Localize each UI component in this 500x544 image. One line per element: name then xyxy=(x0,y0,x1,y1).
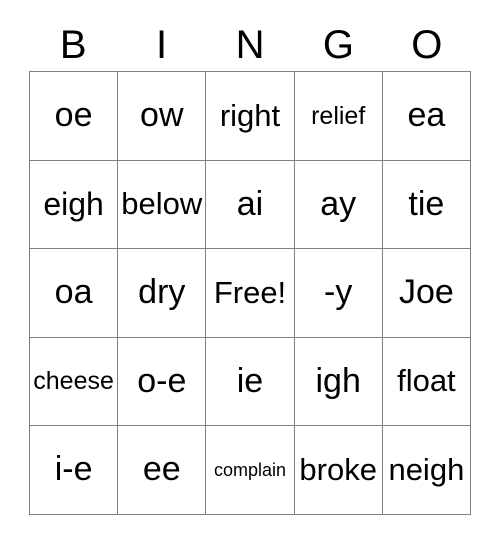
bingo-cell-g2[interactable]: ay xyxy=(294,160,383,250)
bingo-cell-o3[interactable]: Joe xyxy=(382,249,471,338)
bingo-cell-label: Joe xyxy=(398,273,454,312)
bingo-cell-g3[interactable]: -y xyxy=(294,249,383,338)
bingo-cell-i4[interactable]: o-e xyxy=(118,337,207,427)
bingo-cell-g5[interactable]: broke xyxy=(294,426,383,515)
bingo-cell-label: i-e xyxy=(54,450,93,489)
bingo-cell-o2[interactable]: tie xyxy=(382,160,471,250)
bingo-cell-o1[interactable]: ea xyxy=(382,72,471,161)
bingo-cell-label: ay xyxy=(320,184,357,223)
bingo-cell-o4[interactable]: float xyxy=(382,337,471,427)
bingo-cell-label: ow xyxy=(140,95,184,134)
bingo-cell-label: oe xyxy=(54,95,93,134)
bingo-cell-g4[interactable]: igh xyxy=(294,337,383,427)
bingo-cell-b5[interactable]: i-e xyxy=(30,426,119,515)
bingo-cell-label: cheese xyxy=(33,367,114,396)
bingo-free-space-label: Free! xyxy=(213,274,287,310)
bingo-cell-n2[interactable]: ai xyxy=(206,160,295,250)
bingo-cell-n4[interactable]: ie xyxy=(206,337,295,427)
bingo-cell-i3[interactable]: dry xyxy=(118,249,207,338)
bingo-cell-label: -y xyxy=(324,273,353,312)
bingo-cell-label: below xyxy=(121,186,203,222)
bingo-cell-label: o-e xyxy=(137,361,187,400)
bingo-cell-b3[interactable]: oa xyxy=(30,249,119,338)
bingo-cell-i5[interactable]: ee xyxy=(118,426,207,515)
bingo-cell-label: neigh xyxy=(388,451,465,487)
bingo-cell-label: ie xyxy=(236,361,264,400)
bingo-cell-label: oa xyxy=(54,273,93,312)
bingo-cell-label: float xyxy=(397,363,456,399)
bingo-cell-n1[interactable]: right xyxy=(206,72,295,161)
bingo-cell-label: dry xyxy=(138,273,186,312)
bingo-cell-label: broke xyxy=(299,451,377,487)
bingo-cell-i2[interactable]: below xyxy=(118,160,207,250)
bingo-cell-i1[interactable]: ow xyxy=(118,72,207,161)
bingo-header-letter-o: O xyxy=(411,22,443,67)
bingo-cell-label: tie xyxy=(408,184,445,223)
bingo-cell-label: igh xyxy=(315,361,361,400)
bingo-cell-label: right xyxy=(219,97,281,133)
bingo-cell-b1[interactable]: oe xyxy=(30,72,119,161)
bingo-cell-g1[interactable]: relief xyxy=(294,72,383,161)
bingo-header-row: B I N G O xyxy=(29,18,471,71)
bingo-cell-label: eigh xyxy=(43,185,104,222)
bingo-cell-label: ee xyxy=(142,450,181,489)
bingo-header-letter-b: B xyxy=(59,22,87,67)
bingo-cell-n5[interactable]: complain xyxy=(206,426,295,515)
bingo-header-letter-g: G xyxy=(322,22,354,67)
bingo-cell-label: ea xyxy=(407,95,446,134)
bingo-cell-label: complain xyxy=(213,459,287,480)
bingo-header-letter-i: I xyxy=(156,22,168,67)
bingo-header-letter-n: N xyxy=(235,22,265,67)
bingo-cell-label: relief xyxy=(311,101,366,130)
bingo-card: B I N G O oe ow right relief ea eigh bel… xyxy=(0,0,500,544)
bingo-cell-b2[interactable]: eigh xyxy=(30,160,119,250)
bingo-cell-label: ai xyxy=(236,184,264,223)
bingo-cell-b4[interactable]: cheese xyxy=(30,337,119,427)
bingo-cell-free-space[interactable]: Free! xyxy=(206,249,295,338)
bingo-grid: oe ow right relief ea eigh below ai ay t… xyxy=(29,71,471,515)
bingo-cell-o5[interactable]: neigh xyxy=(382,426,471,515)
